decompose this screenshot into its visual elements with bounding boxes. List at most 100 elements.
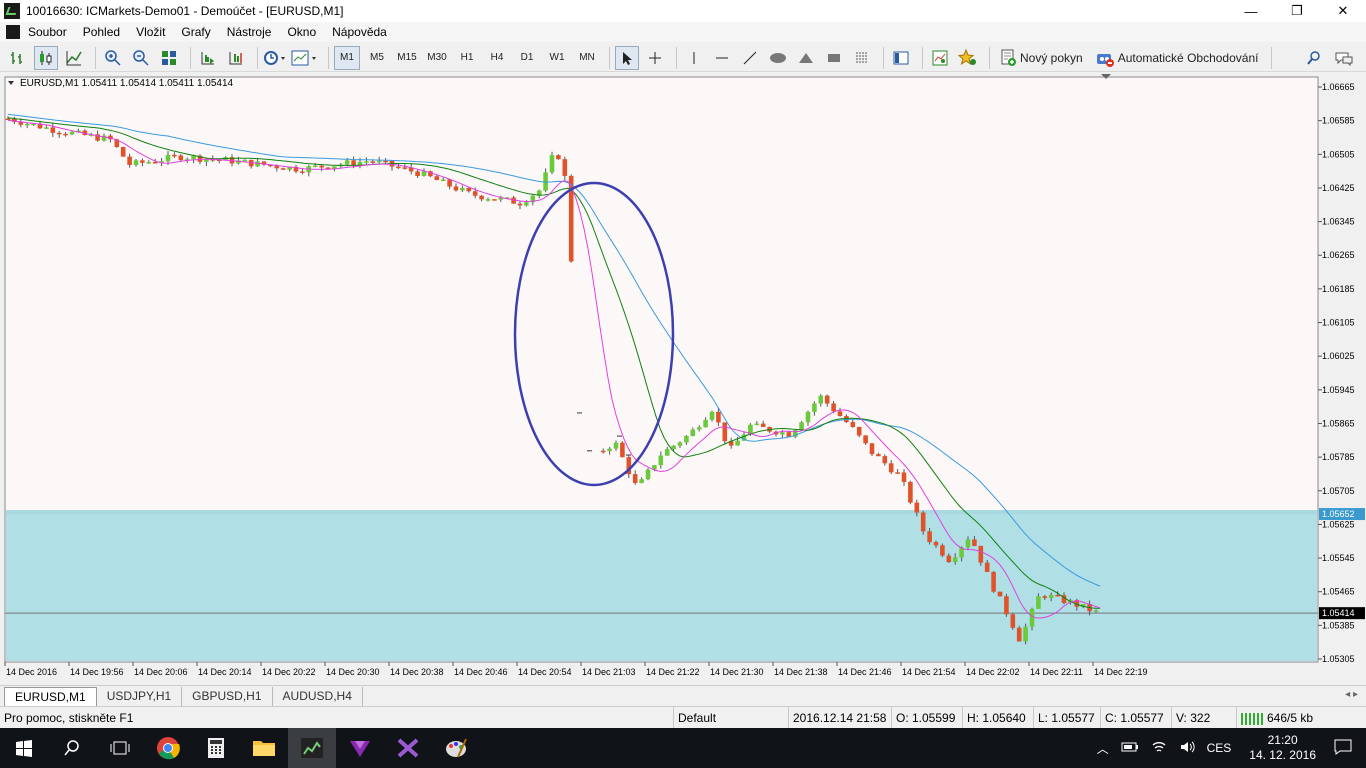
connection-bars-icon [1241,712,1263,725]
menu-vlozit[interactable]: Vložit [128,22,173,42]
bull-candle [485,199,491,201]
crosshair-button[interactable] [643,46,667,70]
timeframe-m5[interactable]: M5 [364,46,390,70]
bear-candle [472,191,478,196]
bull-candle [24,123,30,126]
status-bar: Pro pomoc, stiskněte F1 Default 2016.12.… [0,706,1366,729]
bar-chart-icon [11,51,22,64]
horizontal-line-button[interactable] [710,46,734,70]
bear-candle [517,203,523,206]
timeframe-h4[interactable]: H4 [484,46,510,70]
timeframe-w1[interactable]: W1 [544,46,570,70]
price-chart[interactable]: EURUSD,M1 1.05411 1.05414 1.05411 1.0541… [0,72,1366,685]
tab-audusd-h4[interactable]: AUDUSD,H4 [273,687,363,706]
indicators-button[interactable] [928,46,952,70]
vertical-line-button[interactable] [682,46,706,70]
tile-windows-button[interactable] [157,46,181,70]
time-axis-label: 14 Dec 20:38 [390,667,444,677]
menu-okno[interactable]: Okno [279,22,324,42]
chat-button[interactable] [1332,46,1356,70]
clock[interactable]: 21:20 14. 12. 2016 [1249,733,1316,763]
horizontal-line-icon [716,57,728,58]
tab-gbpusd-h1[interactable]: GBPUSD,H1 [182,687,273,706]
new-order-button[interactable]: Nový pokyn [995,46,1087,70]
calculator-taskbar-button[interactable] [192,728,240,768]
paint-taskbar-button[interactable] [432,728,480,768]
price-axis-label: 1.05945 [1322,385,1355,395]
search-icon [1307,50,1320,65]
autoscroll-button[interactable] [224,46,248,70]
bear-candle [556,155,561,160]
show-hidden-icons-button[interactable]: ︿ [1097,740,1109,757]
app-purple-taskbar-button[interactable] [336,728,384,768]
input-language[interactable]: CES [1207,741,1232,755]
rectangle-icon [828,53,840,62]
zoom-out-button[interactable] [129,46,153,70]
tab-eurusd-m1[interactable]: EURUSD,M1 [4,687,97,706]
auto-trading-button[interactable]: Automatické Obchodování [1091,46,1263,70]
periods-dropdown[interactable] [263,46,287,70]
fibonacci-button[interactable] [850,46,874,70]
cursor-button[interactable] [615,45,639,70]
line-chart-button[interactable] [62,46,86,70]
search-taskbar-button[interactable] [48,728,96,768]
windows-taskbar: ︿ CES 21:20 14. 12. 2016 [0,728,1366,768]
task-view-button[interactable] [96,728,144,768]
wifi-icon[interactable] [1151,740,1167,757]
menu-grafy[interactable]: Grafy [173,22,218,42]
time-axis-label: 14 Dec 20:14 [198,667,252,677]
triangle-button[interactable] [794,46,818,70]
timeframe-h1[interactable]: H1 [454,46,480,70]
templates-dropdown[interactable] [291,46,319,70]
navigator-button[interactable] [889,46,913,70]
chart-shift-button[interactable] [196,46,220,70]
bear-candle [869,443,875,455]
bull-candle [133,160,139,165]
tab-usdjpy-h1[interactable]: USDJPY,H1 [97,687,183,706]
notifications-icon[interactable] [1334,739,1352,758]
volume-icon[interactable] [1179,740,1195,757]
metatrader-taskbar-button[interactable] [288,728,336,768]
trendline-button[interactable] [738,46,762,70]
rectangle-button[interactable] [822,46,846,70]
timeframe-m1[interactable]: M1 [334,45,360,70]
bull-candle [664,449,670,456]
timeframe-m30[interactable]: M30 [424,46,450,70]
bar-chart-button[interactable] [6,46,30,70]
expert-advisors-button[interactable] [956,46,980,70]
bear-candle [63,133,68,136]
timeframe-d1[interactable]: D1 [514,46,540,70]
price-axis-label: 1.06585 [1322,116,1355,126]
timeframe-m15[interactable]: M15 [394,46,420,70]
status-traffic[interactable]: 646/5 kb [1236,707,1366,729]
zoom-in-button[interactable] [101,46,125,70]
chart-window-icon[interactable] [6,25,20,39]
purple-app-icon [350,741,370,757]
bear-candle [562,159,568,176]
window-controls: — ❐ ✕ [1228,0,1366,22]
bear-candle [178,155,184,161]
calculator-icon [208,738,224,758]
candlestick-button[interactable] [34,45,58,70]
menu-nastroje[interactable]: Nástroje [219,22,280,42]
minimize-button[interactable]: — [1228,0,1274,22]
file-explorer-taskbar-button[interactable] [240,728,288,768]
support-zone-rectangle[interactable] [6,511,1317,661]
bull-candle [805,411,811,423]
chrome-taskbar-button[interactable] [144,728,192,768]
maximize-button[interactable]: ❐ [1274,0,1320,22]
menu-soubor[interactable]: Soubor [20,22,75,42]
tab-scroll-arrows[interactable]: ◂ ▸ [1345,689,1358,700]
app-x-taskbar-button[interactable] [384,728,432,768]
start-button[interactable] [0,728,48,768]
timeframe-mn[interactable]: MN [574,46,600,70]
menu-pohled[interactable]: Pohled [75,22,128,42]
ellipse-button[interactable] [766,46,790,70]
search-button[interactable] [1302,46,1326,70]
close-button[interactable]: ✕ [1320,0,1366,22]
bear-candle [920,512,926,532]
bear-candle [908,481,913,503]
bear-candle [5,118,11,121]
menu-napoveda[interactable]: Nápověda [324,22,395,42]
battery-icon[interactable] [1121,741,1139,756]
